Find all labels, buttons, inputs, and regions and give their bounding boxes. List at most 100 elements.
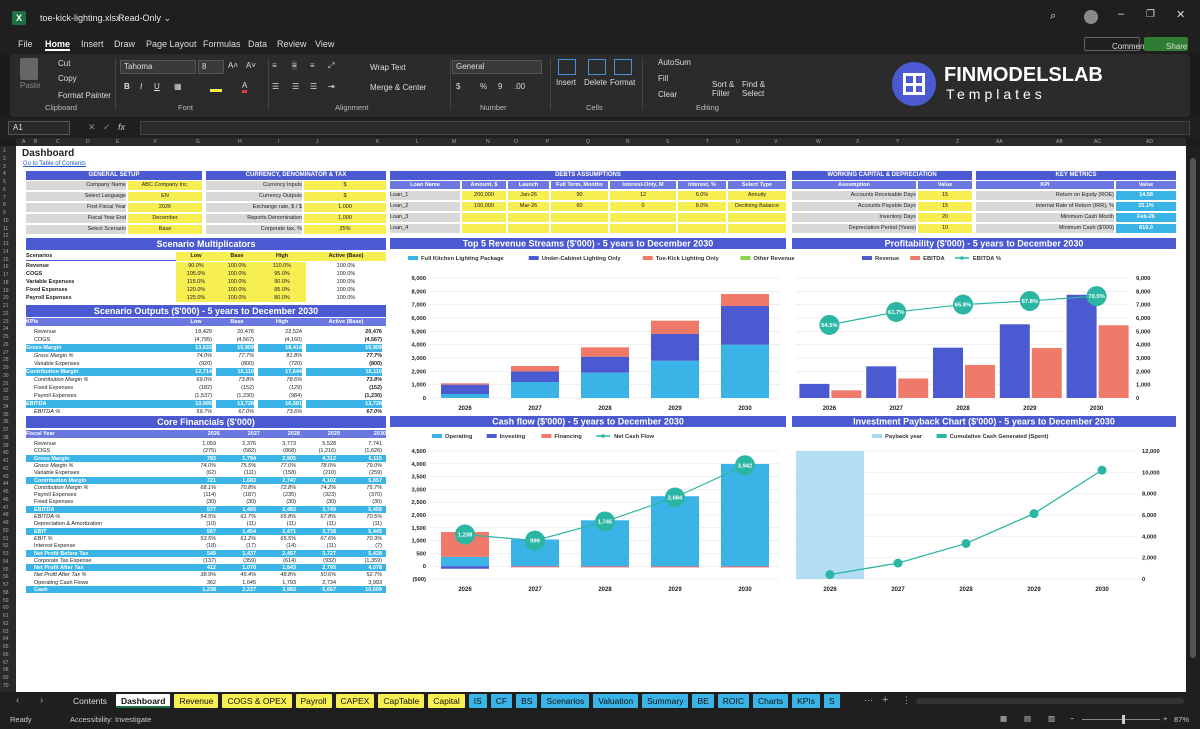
align-bottom-icon[interactable]: ≡ bbox=[310, 61, 315, 70]
bold-icon[interactable]: B bbox=[124, 82, 130, 91]
row-header[interactable]: 48 bbox=[3, 512, 9, 518]
share-button[interactable]: Share bbox=[1144, 37, 1188, 51]
row-header[interactable]: 42 bbox=[3, 466, 9, 472]
row-header[interactable]: 23 bbox=[3, 319, 9, 325]
menu-insert[interactable]: Insert bbox=[81, 39, 104, 49]
accessibility-status[interactable]: Accessibility: Investigate bbox=[70, 715, 151, 724]
column-header[interactable]: T bbox=[706, 139, 709, 145]
row-header[interactable]: 25 bbox=[3, 334, 9, 340]
tab-roic[interactable]: ROIC bbox=[717, 694, 750, 708]
column-header[interactable]: P bbox=[546, 139, 549, 145]
cut-button[interactable]: Cut bbox=[58, 59, 70, 68]
row-header[interactable]: 64 bbox=[3, 636, 9, 642]
number-format-select[interactable]: General bbox=[452, 60, 542, 74]
row-header[interactable]: 11 bbox=[3, 226, 8, 232]
font-color-icon[interactable]: A bbox=[242, 81, 248, 93]
clear-button[interactable]: Clear bbox=[658, 90, 677, 99]
row-header[interactable]: 10 bbox=[3, 218, 9, 224]
row-header[interactable]: 60 bbox=[3, 605, 9, 611]
restore-icon[interactable]: ❐ bbox=[1146, 9, 1155, 20]
column-header[interactable]: W bbox=[816, 139, 821, 145]
insert-cells-icon[interactable] bbox=[558, 59, 576, 75]
delete-cells-button[interactable]: Delete bbox=[584, 78, 607, 87]
row-header[interactable]: 55 bbox=[3, 567, 9, 573]
column-header[interactable]: J bbox=[316, 139, 319, 145]
column-header[interactable]: U bbox=[736, 139, 740, 145]
fx-icon[interactable]: fx bbox=[118, 122, 125, 132]
zoom-slider[interactable] bbox=[1082, 719, 1160, 720]
row-header[interactable]: 69 bbox=[3, 675, 9, 681]
row-header[interactable]: 24 bbox=[3, 326, 9, 332]
font-shrink-icon[interactable]: A˅ bbox=[246, 61, 256, 70]
currency-icon[interactable]: $ bbox=[456, 82, 460, 91]
row-header[interactable]: 30 bbox=[3, 373, 9, 379]
row-header[interactable]: 2 bbox=[3, 156, 6, 162]
row-header[interactable]: 20 bbox=[3, 295, 9, 301]
row-header[interactable]: 70 bbox=[3, 683, 9, 689]
row-header[interactable]: 57 bbox=[3, 582, 9, 588]
row-header[interactable]: 63 bbox=[3, 629, 9, 635]
column-header[interactable]: Z bbox=[956, 139, 959, 145]
row-header[interactable]: 68 bbox=[3, 667, 9, 673]
find-select-button[interactable]: Find & Select bbox=[742, 80, 772, 98]
row-header[interactable]: 14 bbox=[3, 249, 9, 255]
row-header[interactable]: 38 bbox=[3, 435, 9, 441]
copy-button[interactable]: Copy bbox=[58, 74, 77, 83]
align-top-icon[interactable]: ≡ bbox=[272, 61, 277, 70]
comma-icon[interactable]: 9 bbox=[498, 82, 502, 91]
row-header[interactable]: 56 bbox=[3, 574, 9, 580]
row-header[interactable]: 9 bbox=[3, 210, 6, 216]
row-header[interactable]: 28 bbox=[3, 357, 9, 363]
italic-icon[interactable]: I bbox=[140, 82, 142, 91]
fill-color-icon[interactable] bbox=[210, 82, 222, 92]
tabs-menu-icon[interactable]: ⋮ bbox=[902, 695, 911, 706]
column-header[interactable]: V bbox=[774, 139, 777, 145]
column-header[interactable]: A bbox=[22, 139, 25, 145]
column-header[interactable]: L bbox=[416, 139, 419, 145]
tab-charts[interactable]: Charts bbox=[753, 694, 789, 708]
menu-draw[interactable]: Draw bbox=[114, 39, 135, 49]
column-header[interactable]: R bbox=[626, 139, 630, 145]
row-header[interactable]: 51 bbox=[3, 536, 9, 542]
delete-cells-icon[interactable] bbox=[588, 59, 606, 75]
row-header[interactable]: 1 bbox=[3, 148, 6, 154]
tab-payroll[interactable]: Payroll bbox=[295, 694, 332, 708]
add-sheet-icon[interactable]: + bbox=[882, 694, 888, 706]
menu-file[interactable]: File bbox=[18, 39, 33, 49]
column-header[interactable]: Y bbox=[896, 139, 899, 145]
row-header[interactable]: 33 bbox=[3, 396, 9, 402]
row-header[interactable]: 13 bbox=[3, 241, 9, 247]
column-header[interactable]: S bbox=[666, 139, 669, 145]
tabs-more-icon[interactable]: ⋯ bbox=[864, 695, 873, 706]
close-icon[interactable]: ✕ bbox=[1176, 8, 1185, 21]
menu-home[interactable]: Home bbox=[45, 39, 71, 51]
formula-input[interactable] bbox=[140, 121, 1190, 135]
row-header[interactable]: 21 bbox=[3, 303, 9, 309]
column-header[interactable]: H bbox=[238, 139, 242, 145]
tab-is[interactable]: IS bbox=[468, 694, 487, 708]
cancel-icon[interactable]: ✕ bbox=[88, 122, 96, 133]
underline-icon[interactable]: U bbox=[154, 82, 160, 91]
row-header[interactable]: 15 bbox=[3, 257, 9, 263]
scrollbar-thumb[interactable] bbox=[1190, 158, 1196, 658]
row-header[interactable]: 50 bbox=[3, 528, 9, 534]
tab-cf[interactable]: CF bbox=[490, 694, 513, 708]
page-layout-icon[interactable]: ▤ bbox=[1024, 714, 1031, 723]
row-header[interactable]: 59 bbox=[3, 598, 9, 604]
row-header[interactable]: 8 bbox=[3, 202, 6, 208]
row-header[interactable]: 37 bbox=[3, 427, 9, 433]
row-header[interactable]: 61 bbox=[3, 613, 9, 619]
zoom-out-icon[interactable]: − bbox=[1070, 714, 1074, 723]
row-header[interactable]: 41 bbox=[3, 458, 9, 464]
insert-cells-button[interactable]: Insert bbox=[556, 78, 576, 87]
row-header[interactable]: 5 bbox=[3, 179, 6, 185]
format-cells-button[interactable]: Format bbox=[610, 78, 635, 87]
row-header[interactable]: 16 bbox=[3, 264, 9, 270]
row-header[interactable]: 45 bbox=[3, 489, 9, 495]
confirm-icon[interactable]: ✓ bbox=[103, 122, 111, 133]
row-header[interactable]: 18 bbox=[3, 280, 9, 286]
tab-capital[interactable]: Capital bbox=[428, 694, 465, 708]
fill-button[interactable]: Fill bbox=[658, 74, 668, 83]
column-header[interactable]: AB bbox=[1056, 139, 1063, 145]
row-header[interactable]: 58 bbox=[3, 590, 9, 596]
